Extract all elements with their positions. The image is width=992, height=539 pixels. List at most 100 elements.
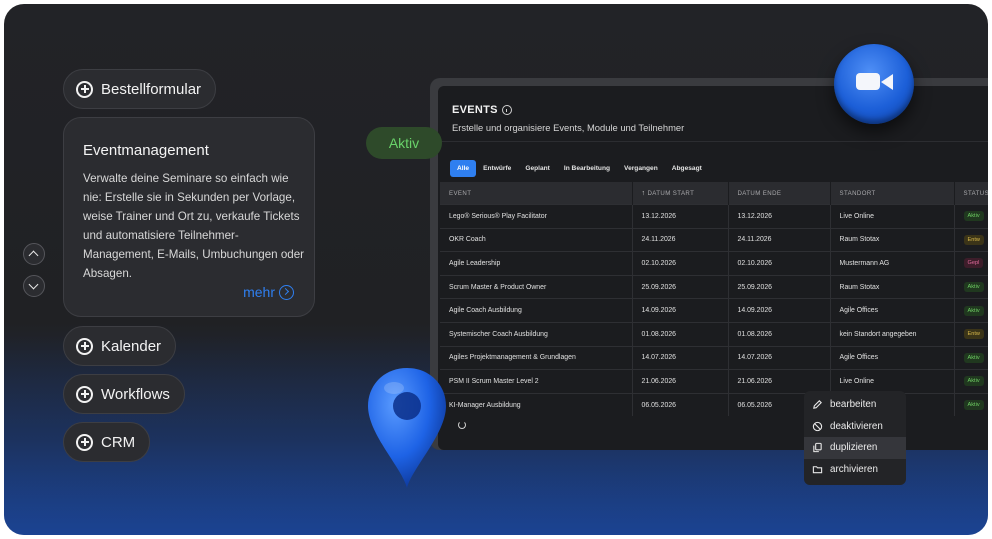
cell-standort: Agile Offices [830,345,955,370]
folder-icon [812,465,823,474]
copy-icon [813,443,822,453]
cell-standort: Agile Offices [830,298,955,323]
table-row[interactable]: Lego® Serious® Play Facilitator 13.12.202… [440,204,988,229]
tab-alle[interactable]: Alle [450,160,477,177]
menu-item-label: bearbeiten [830,399,877,411]
feature-label: Workflows [101,385,170,403]
cell-datum-ende: 14.09.2026 [728,298,831,323]
cell-standort: Live Online [830,204,955,229]
table-row[interactable]: Agile Coach Ausbildung 14.09.2026 14.09.20… [440,298,988,323]
column-header-datum-start[interactable]: ↑ DATUM START [632,182,729,205]
cell-event: KI-Manager Ausbildung [440,392,633,417]
feature-bestellformular-button[interactable]: Bestellformular [63,69,217,109]
cell-datum-start: 25.09.2026 [632,274,729,299]
status-badge: Aktiv [963,305,984,316]
cell-status: Aktiv [954,274,988,299]
page-title-text: EVENTS [452,104,498,116]
column-header-label: DATUM START [647,189,695,197]
menu-item-deaktivieren[interactable]: deaktivieren [804,416,906,438]
refresh-icon[interactable] [458,421,466,429]
status-aktiv-pill: Aktiv [366,127,442,159]
card-description: Verwalte deine Seminare so einfach wie n… [83,172,305,280]
table-header-row: EVENT ↑ DATUM START DATUM ENDE STANDORT … [440,182,988,205]
table-row[interactable]: OKR Coach 24.11.2026 24.11.2026 Raum Stotax… [440,227,988,252]
cell-datum-start: 21.06.2026 [632,369,729,394]
location-pin-icon [368,368,446,488]
cell-standort: Mustermann AG [830,251,955,276]
cell-event: Lego® Serious® Play Facilitator [440,204,633,229]
status-badge: Gepl [963,258,984,269]
cell-event: Agile Leadership [440,251,633,276]
column-header-datum-ende[interactable]: DATUM ENDE [728,182,831,205]
column-header-status[interactable]: STATUS [954,182,988,205]
cell-status: Gepl [954,251,988,276]
mehr-label: mehr [243,284,275,300]
status-badge: Aktiv [963,211,984,222]
cell-status: Aktiv [954,392,988,417]
divider [438,141,988,142]
cell-datum-ende: 01.08.2026 [728,321,831,347]
status-badge: Aktiv [963,352,984,363]
cell-datum-start: 01.08.2026 [632,321,729,347]
plus-circle-icon [76,80,93,98]
tab-geplant[interactable]: Geplant [518,160,557,177]
scroll-down-button[interactable] [23,275,45,297]
table-row[interactable]: PSM II Scrum Master Level 2 21.06.2026 21.… [440,369,988,394]
feature-kalender-button[interactable]: Kalender [63,326,177,366]
arrow-right-circle-icon [279,284,294,300]
page-title: EVENTS [452,104,512,116]
plus-circle-icon [76,337,93,355]
page-subtitle: Erstelle und organisiere Events, Module … [452,122,685,133]
cell-status: Aktiv [954,369,988,394]
table-row[interactable]: Scrum Master & Product Owner 25.09.2026 25… [440,274,988,299]
tab-in-bearbeitung[interactable]: In Bearbeitung [557,160,617,177]
cell-datum-start: 24.11.2026 [632,227,729,252]
cell-standort: kein Standort angegeben [830,321,955,347]
tab-vergangen[interactable]: Vergangen [617,160,665,177]
cell-status: Entw [954,227,988,252]
column-header-standort[interactable]: STANDORT [830,182,955,205]
hero-frame: Bestellformular Eventmanagement Verwalte… [4,4,988,535]
row-context-menu: bearbeiten deaktivieren duplizieren arch… [804,391,906,485]
cell-standort: Live Online [830,369,955,394]
cell-standort: Raum Stotax [830,274,955,299]
cell-standort: Raum Stotax [830,227,955,252]
feature-label: Bestellformular [101,80,202,98]
table-row[interactable]: Agiles Projektmanagement & Grundlagen 14.… [440,345,988,370]
info-icon[interactable] [501,105,512,115]
cell-datum-ende: 13.12.2026 [728,204,831,229]
arrow-up-icon: ↑ [641,189,646,197]
pencil-icon [813,400,822,410]
feature-label: CRM [101,433,136,451]
menu-item-label: archivieren [830,463,878,475]
menu-item-archivieren[interactable]: archivieren [804,459,906,481]
status-badge: Entw [963,234,984,245]
scroll-up-button[interactable] [23,243,45,265]
tab-abgesagt[interactable]: Abgesagt [665,160,709,177]
cell-datum-start: 14.09.2026 [632,298,729,323]
cell-event: Scrum Master & Product Owner [440,274,633,299]
cell-event: OKR Coach [440,227,633,252]
column-header-event[interactable]: EVENT [440,182,633,205]
feature-crm-button[interactable]: CRM [63,422,151,462]
table-row[interactable]: Agile Leadership 02.10.2026 02.10.2026 Must… [440,251,988,276]
status-badge: Aktiv [963,282,984,293]
cell-datum-ende: 21.06.2026 [728,369,831,394]
cell-event: PSM II Scrum Master Level 2 [440,369,633,394]
feature-eventmanagement-card: Eventmanagement Verwalte deine Seminare … [63,117,315,317]
cell-event: Systemischer Coach Ausbildung [440,321,633,347]
feature-workflows-button[interactable]: Workflows [63,374,185,414]
table-row[interactable]: Systemischer Coach Ausbildung 01.08.2026 0… [440,321,988,347]
menu-item-bearbeiten[interactable]: bearbeiten [804,394,906,416]
feature-label: Kalender [101,337,162,355]
cell-datum-ende: 24.11.2026 [728,227,831,252]
cell-status: Aktiv [954,204,988,229]
menu-item-label: duplizieren [830,442,878,454]
status-badge: Aktiv [963,376,984,387]
cell-datum-ende: 14.07.2026 [728,345,831,370]
menu-item-duplizieren[interactable]: duplizieren [804,437,906,459]
tab-entwuerfe[interactable]: Entwürfe [476,160,518,177]
mehr-link[interactable]: mehr [243,284,294,300]
cell-datum-start: 14.07.2026 [632,345,729,370]
cell-status: Aktiv [954,298,988,323]
